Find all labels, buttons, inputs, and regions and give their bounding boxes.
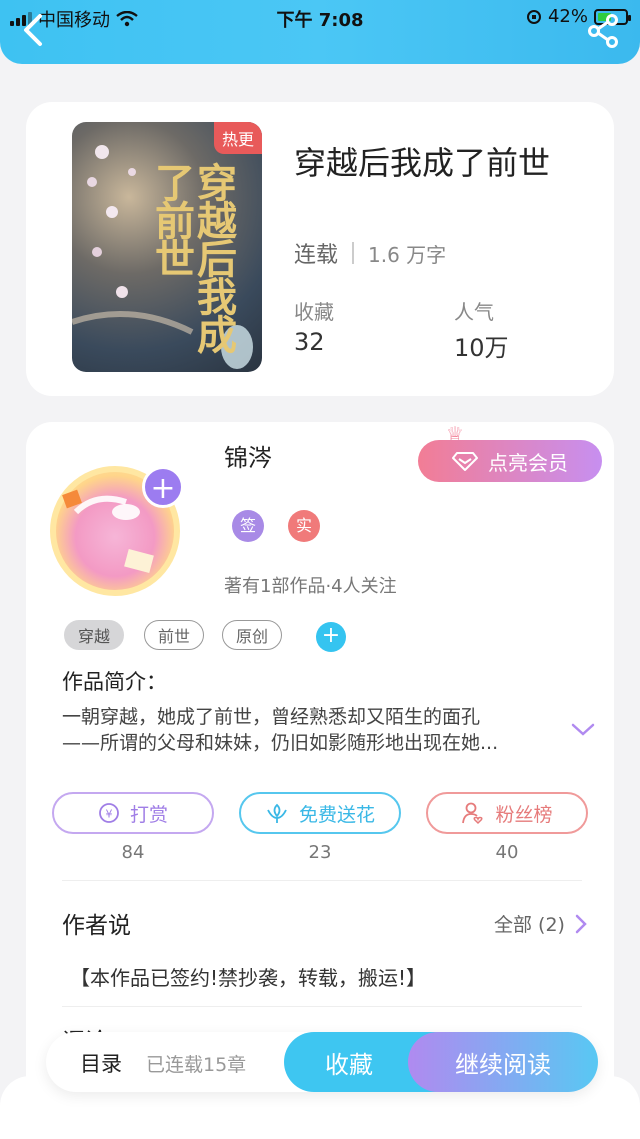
hot-badge: 热更 — [213, 122, 262, 154]
continue-reading-button[interactable]: 继续阅读 — [408, 1032, 598, 1092]
chevron-right-icon — [575, 914, 587, 933]
author-says-title: 作者说 — [62, 913, 131, 939]
book-status: 连载 — [294, 243, 339, 268]
intro-title: 作品简介： — [62, 670, 167, 694]
book-title: 穿越后我成了前世 — [294, 144, 551, 182]
vip-button[interactable]: 点亮会员 — [418, 440, 602, 482]
word-count: 1.6 万字 — [368, 242, 447, 267]
diamond-icon — [452, 452, 478, 471]
all-label: 全部 (2) — [494, 914, 565, 936]
follow-author-button[interactable]: + — [142, 466, 184, 508]
divider — [62, 880, 582, 881]
book-meta: 连载 1.6 万字 — [294, 237, 446, 269]
reward-count: 84 — [121, 842, 145, 863]
status-bar: 中国移动 下午 7:08 42% — [0, 0, 640, 34]
favorites-value: 32 — [294, 328, 325, 356]
author-says-text: 【本作品已签约!禁抄袭，转载，搬运!】 — [70, 966, 427, 990]
flower-label: 免费送花 — [298, 803, 375, 826]
fans-label: 粉丝榜 — [495, 803, 553, 826]
bottom-action-bar: 目录 已连载15章 收藏 继续阅读 — [46, 1032, 598, 1092]
fans-count: 40 — [495, 842, 519, 863]
share-icon[interactable] — [586, 14, 620, 48]
popularity-value: 10万 — [454, 334, 509, 362]
author-info: 著有1部作品·4人关注 — [224, 576, 397, 597]
reward-button[interactable]: ¥ 打赏 — [52, 792, 214, 834]
reward-label: 打赏 — [129, 803, 168, 826]
book-info-card: 穿越后我成了前世 热更 穿越后我成了前世 连载 1.6 万字 收藏 32 人气 … — [26, 102, 614, 396]
author-says-all-link[interactable]: 全部 (2) — [494, 910, 587, 937]
intro-line: 一朝穿越，她成了前世，曾经熟悉却又陌生的面孔 — [62, 706, 481, 728]
flower-count: 23 — [308, 842, 332, 863]
tag-chip[interactable]: 穿越 — [64, 620, 124, 650]
signed-badge: 签 — [232, 510, 264, 542]
chevron-down-icon[interactable] — [570, 722, 596, 738]
favorites-label: 收藏 — [294, 300, 334, 324]
svg-text:¥: ¥ — [105, 808, 112, 821]
coin-icon: ¥ — [99, 803, 119, 823]
orientation-lock-icon — [526, 9, 541, 24]
popularity-label: 人气 — [454, 300, 494, 324]
cover-title-art: 穿越后我成了前世 — [148, 162, 237, 352]
add-tag-button[interactable]: + — [316, 622, 346, 652]
intro-line: ——所谓的父母和妹妹，仍旧如影随形地出现在她... — [62, 732, 499, 754]
book-cover[interactable]: 穿越后我成了前世 热更 — [72, 122, 262, 372]
battery-percent: 42% — [547, 6, 588, 27]
flower-icon — [267, 803, 287, 823]
meta-divider — [352, 242, 355, 264]
vip-label: 点亮会员 — [488, 450, 568, 475]
chapter-count: 已连载15章 — [146, 1054, 247, 1076]
fan-ranking-button[interactable]: 粉丝榜 — [426, 792, 588, 834]
tag-chip[interactable]: 原创 — [222, 620, 282, 650]
intro-text: 一朝穿越，她成了前世，曾经熟悉却又陌生的面孔 ——所谓的父母和妹妹，仍旧如影随形… — [62, 704, 542, 756]
tag-chip[interactable]: 前世 — [144, 620, 204, 650]
user-heart-icon — [462, 802, 484, 825]
verified-badge: 实 — [288, 510, 320, 542]
send-flower-button[interactable]: 免费送花 — [239, 792, 401, 834]
divider — [62, 1006, 582, 1007]
author-name[interactable]: 锦涔 — [224, 438, 272, 473]
back-icon[interactable] — [18, 12, 48, 48]
toc-button[interactable]: 目录 — [80, 1048, 122, 1078]
